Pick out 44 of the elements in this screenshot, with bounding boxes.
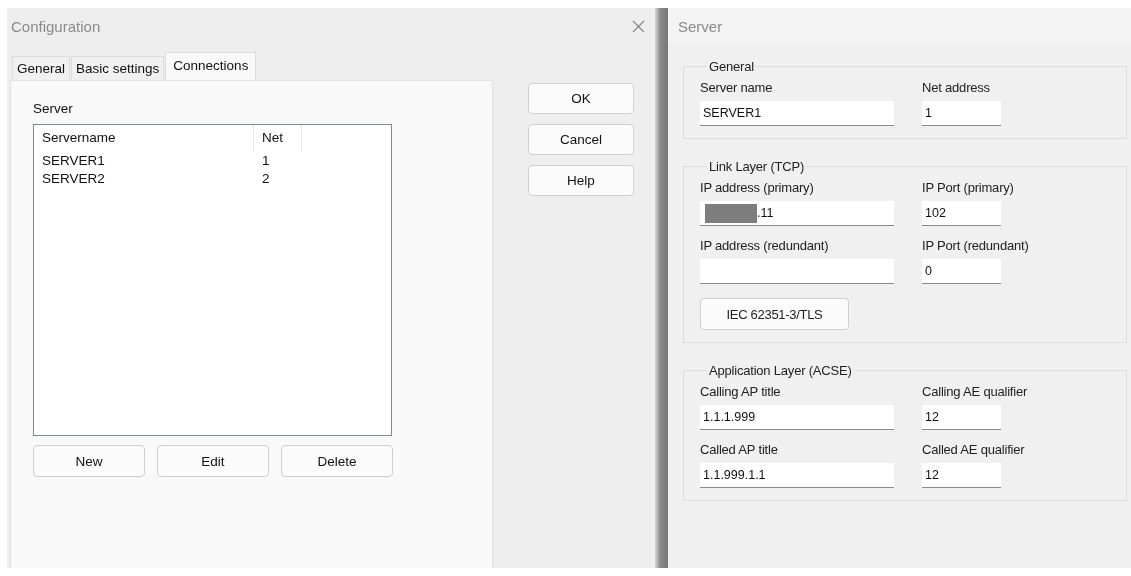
- list-button[interactable]: Edit: [157, 445, 269, 477]
- window-title: Configuration: [11, 18, 101, 35]
- input-field[interactable]: .11: [700, 201, 894, 226]
- input-field[interactable]: SERVER1: [700, 101, 894, 126]
- list-cell[interactable]: SERVER2: [34, 170, 254, 186]
- dialog-button[interactable]: OK: [528, 83, 634, 114]
- column-header[interactable]: Servername: [34, 125, 254, 151]
- input-field[interactable]: 1: [922, 101, 1001, 126]
- input-field[interactable]: 102: [922, 201, 1001, 226]
- list-cell[interactable]: 2: [254, 170, 302, 186]
- tls-button[interactable]: IEC 62351-3/TLS: [700, 298, 849, 330]
- field-label: IP Port (redundant): [922, 238, 1030, 253]
- field-label: IP address (primary): [700, 180, 815, 195]
- input-field[interactable]: 12: [922, 463, 1001, 488]
- tab[interactable]: Basic settings: [71, 56, 165, 80]
- list-cell[interactable]: SERVER1: [34, 152, 254, 168]
- list-button[interactable]: Delete: [281, 445, 393, 477]
- field-label: Server name: [700, 80, 774, 95]
- tab[interactable]: General: [12, 56, 71, 80]
- dialog-button[interactable]: Cancel: [528, 124, 634, 155]
- field-label: Calling AP title: [700, 384, 782, 399]
- window-title: Server: [678, 18, 723, 35]
- group-title: General: [708, 59, 755, 74]
- field-label: IP Port (primary): [922, 180, 1015, 195]
- input-field[interactable]: [700, 259, 894, 284]
- field-label: Net address: [922, 80, 991, 95]
- field-label: Calling AE qualifier: [922, 384, 1029, 399]
- field-label: Called AP title: [700, 442, 779, 457]
- list-button[interactable]: New: [33, 445, 145, 477]
- tab[interactable]: Connections: [165, 52, 257, 80]
- dialog-button[interactable]: Help: [528, 165, 634, 196]
- field-label: Called AE qualifier: [922, 442, 1026, 457]
- list-label: Server: [33, 101, 74, 116]
- group-title: Application Layer (ACSE): [708, 363, 853, 378]
- input-field[interactable]: 1.1.999.1.1: [700, 463, 894, 488]
- column-header[interactable]: Net: [254, 125, 302, 151]
- group-title: Link Layer (TCP): [708, 159, 806, 174]
- input-field[interactable]: 1.1.1.999: [700, 405, 894, 430]
- splitter-bar[interactable]: [655, 8, 668, 568]
- input-field[interactable]: 12: [922, 405, 1001, 430]
- close-icon[interactable]: [632, 20, 645, 33]
- field-label: IP address (redundant): [700, 238, 830, 253]
- list-cell[interactable]: 1: [254, 152, 302, 168]
- input-field[interactable]: 0: [922, 259, 1001, 284]
